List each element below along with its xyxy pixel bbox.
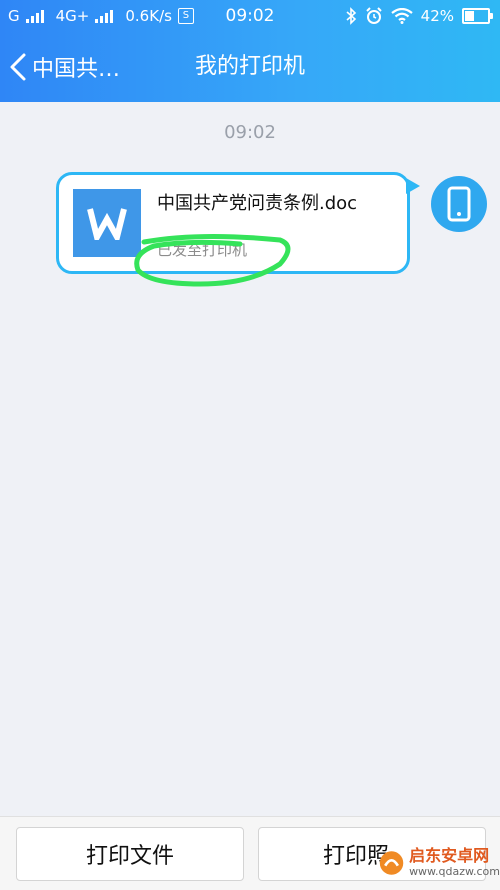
hand-drawn-highlight xyxy=(134,233,291,287)
alarm-icon xyxy=(365,7,382,24)
page-title: 我的打印机 xyxy=(194,54,305,79)
watermark-url: www.qdazw.com xyxy=(409,864,500,878)
bubble-tail xyxy=(406,178,420,194)
watermark: 启东安卓网 www.qdazw.com xyxy=(378,836,500,889)
chat-area: 09:02 中国共产党问责条例.doc 已发至打印机 xyxy=(0,102,500,816)
status-bar: G 4G+ 0.6K/s S 09:02 42% xyxy=(0,0,500,32)
watermark-name: 启东安卓网 xyxy=(409,845,490,865)
nav-bar: 中国共… 我的打印机 xyxy=(0,32,500,102)
bluetooth-icon xyxy=(346,7,356,25)
message-timestamp: 09:02 xyxy=(224,122,276,143)
battery-icon xyxy=(462,8,493,24)
status-right: 42% xyxy=(345,0,493,32)
site-logo-icon xyxy=(379,850,404,875)
wifi-icon xyxy=(390,8,413,24)
print-file-button[interactable]: 打印文件 xyxy=(16,827,244,881)
header-bar: G 4G+ 0.6K/s S 09:02 42% 中国共… 我的打印机 xyxy=(0,0,500,102)
battery-percent: 42% xyxy=(420,7,454,25)
phone-icon xyxy=(447,186,471,222)
device-avatar[interactable] xyxy=(431,176,487,232)
file-name: 中国共产党问责条例.doc xyxy=(157,193,358,214)
